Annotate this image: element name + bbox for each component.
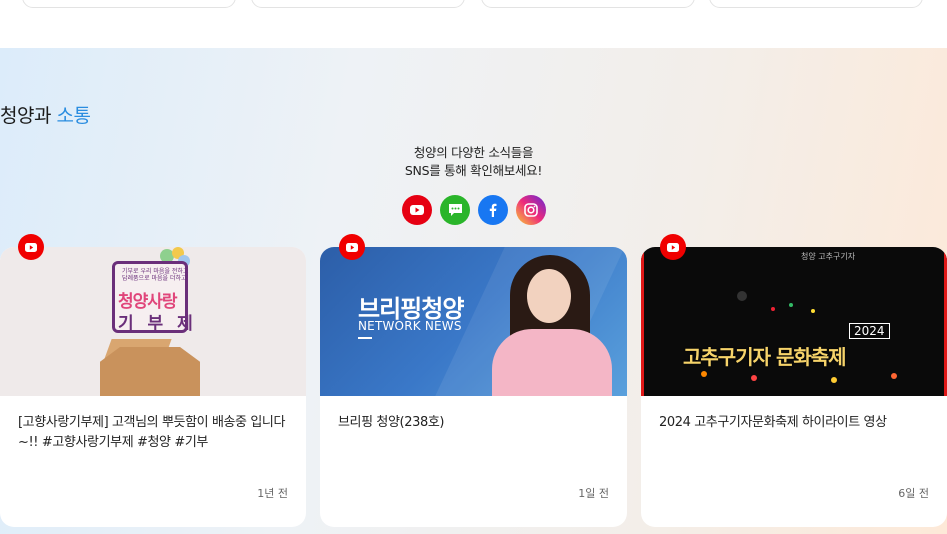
section-intro: 청양의 다양한 소식들을 SNS를 통해 확인해보세요!: [0, 144, 947, 180]
video-title[interactable]: 브리핑 청양(238호): [338, 413, 609, 433]
video-thumbnail[interactable]: 청양 고추구기자 2024 고추구기자 문화축제: [641, 247, 947, 396]
festival-logo: 청양 고추구기자: [801, 252, 856, 261]
underline-bar: [358, 337, 372, 339]
light-dot: [701, 371, 707, 377]
instagram-icon: [524, 203, 538, 217]
light-dot: [831, 377, 837, 383]
top-strip: [0, 0, 947, 48]
light-dot: [737, 291, 747, 301]
youtube-badge: [339, 234, 365, 260]
youtube-link[interactable]: [402, 195, 432, 225]
red-border: [641, 247, 644, 396]
video-card[interactable]: 브리핑청양 NETWORK NEWS 브리핑 청양(238호) 1일 전: [320, 247, 627, 527]
section-title: 청양과 소통: [0, 105, 91, 127]
facebook-icon: [489, 203, 497, 217]
instagram-link[interactable]: [516, 195, 546, 225]
video-card[interactable]: 청양 고추구기자 2024 고추구기자 문화축제 2024 고추구기자문화축제 …: [641, 247, 947, 527]
year-badge: 2024: [849, 323, 890, 339]
video-time: 1년 전: [257, 487, 288, 500]
video-card[interactable]: 기부로 우리 마음을 전하고 답례품으로 마음을 더하고 청양사랑 기 부 제 …: [0, 247, 306, 527]
video-title[interactable]: [고향사랑기부제] 고객님의 뿌듯함이 배송중 입니다~!! #고향사랑기부제 …: [18, 413, 288, 453]
top-tab[interactable]: [22, 0, 236, 8]
light-dot: [891, 373, 897, 379]
light-dot: [751, 375, 757, 381]
top-tab[interactable]: [709, 0, 923, 8]
video-title[interactable]: 2024 고추구기자문화축제 하이라이트 영상: [659, 413, 929, 433]
youtube-icon: [25, 242, 37, 252]
thumb-subheading: NETWORK NEWS: [358, 319, 462, 333]
youtube-icon: [346, 242, 358, 252]
thumb-subheading: 기 부 제: [118, 314, 197, 334]
video-time: 6일 전: [898, 487, 929, 500]
presenter-face: [527, 269, 571, 323]
video-thumbnail[interactable]: 기부로 우리 마음을 전하고 답례품으로 마음을 더하고 청양사랑 기 부 제: [0, 247, 306, 396]
youtube-icon: [410, 205, 424, 215]
video-thumbnail[interactable]: 브리핑청양 NETWORK NEWS: [320, 247, 627, 396]
facebook-link[interactable]: [478, 195, 508, 225]
youtube-badge: [18, 234, 44, 260]
intro-line: 청양의 다양한 소식들을: [413, 145, 534, 160]
thumb-small-text: 기부로 우리 마음을 전하고 답례품으로 마음을 더하고: [122, 268, 189, 282]
sns-links: [402, 195, 546, 225]
presenter-body: [492, 329, 612, 396]
light-dot: [811, 309, 815, 313]
intro-line: SNS를 통해 확인해보세요!: [404, 163, 543, 178]
thumb-heading: 고추구기자 문화축제: [683, 345, 847, 369]
light-dot: [789, 303, 793, 307]
top-tab[interactable]: [481, 0, 695, 8]
video-time: 1일 전: [578, 487, 609, 500]
chat-icon: [448, 204, 462, 216]
kakao-story-link[interactable]: [440, 195, 470, 225]
box-illustration: [100, 347, 200, 396]
youtube-icon: [667, 242, 679, 252]
top-tab[interactable]: [251, 0, 465, 8]
youtube-badge: [660, 234, 686, 260]
light-dot: [771, 307, 775, 311]
